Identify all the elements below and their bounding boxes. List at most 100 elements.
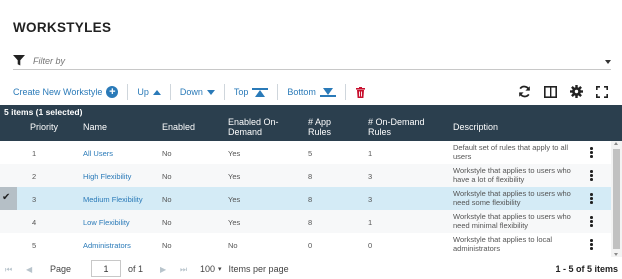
cell-name-link[interactable]: Low Flexibility xyxy=(83,218,130,227)
cell-priority: 5 xyxy=(32,241,37,250)
cell-app-rules: 8 xyxy=(308,218,313,227)
cell-app-rules: 8 xyxy=(308,172,313,181)
page-size-label: Items per page xyxy=(228,264,289,274)
move-up-button[interactable]: Up xyxy=(128,84,170,100)
table-row[interactable]: 2 High Flexibility No Yes 8 3 Workstyle … xyxy=(0,164,622,187)
cell-app-rules: 0 xyxy=(308,241,313,250)
move-bottom-label: Bottom xyxy=(287,87,316,97)
scroll-up-icon[interactable] xyxy=(614,142,618,145)
cell-priority: 1 xyxy=(32,149,37,158)
cell-description: Workstyle that applies to users who need… xyxy=(453,212,571,230)
cell-description: Default set of rules that apply to all u… xyxy=(453,143,569,161)
cell-on-demand-rules: 3 xyxy=(368,172,373,181)
row-menu-icon[interactable] xyxy=(590,216,593,228)
cell-enabled-on-demand: Yes xyxy=(228,172,241,181)
vertical-scrollbar[interactable] xyxy=(611,141,622,257)
create-workstyle-label: Create New Workstyle xyxy=(13,87,103,97)
refresh-icon[interactable] xyxy=(518,85,531,98)
move-to-bottom-icon xyxy=(319,87,336,97)
next-page-icon[interactable]: ▶ xyxy=(160,265,166,274)
page-title: WORKSTYLES xyxy=(13,20,112,35)
cell-priority: 2 xyxy=(32,172,37,181)
filter-bar[interactable] xyxy=(13,55,611,70)
create-workstyle-button[interactable]: Create New Workstyle + xyxy=(4,84,127,100)
column-header-app-rules[interactable]: # App Rules xyxy=(308,117,331,137)
cell-on-demand-rules: 3 xyxy=(368,195,373,204)
fullscreen-icon[interactable] xyxy=(596,85,608,98)
pagination-bar: ⏮ ◀ Page of 1 ▶ ⏭ 100 ▾ Items per page 1… xyxy=(0,259,622,279)
cell-description: Workstyle that applies to users who have… xyxy=(453,166,571,184)
row-selected-indicator[interactable]: ✔ xyxy=(0,187,17,210)
cell-enabled: No xyxy=(162,195,172,204)
scroll-down-icon[interactable] xyxy=(614,253,618,256)
table-row[interactable]: 1 All Users No Yes 5 1 Default set of ru… xyxy=(0,141,622,164)
table-row-selected[interactable]: ✔ 3 Medium Flexibility No Yes 8 3 Workst… xyxy=(0,187,622,210)
column-header-enabled-on-demand[interactable]: Enabled On- Demand xyxy=(228,117,279,137)
table-header: 5 items (1 selected) Priority Name Enabl… xyxy=(0,105,622,141)
cell-name-link[interactable]: All Users xyxy=(83,149,113,158)
page-total-label: of 1 xyxy=(128,264,144,274)
cell-description: Workstyle that applies to local administ… xyxy=(453,235,553,253)
cell-enabled: No xyxy=(162,149,172,158)
move-to-top-icon xyxy=(252,87,269,97)
grid-tools xyxy=(518,85,608,98)
cell-enabled: No xyxy=(162,172,172,181)
cell-on-demand-rules: 0 xyxy=(368,241,373,250)
column-header-description[interactable]: Description xyxy=(453,122,498,133)
row-menu-icon[interactable] xyxy=(590,239,593,251)
cell-on-demand-rules: 1 xyxy=(368,218,373,227)
page-size-select[interactable]: 100 ▾ Items per page xyxy=(200,264,289,274)
first-page-icon[interactable]: ⏮ xyxy=(5,265,12,275)
page-number-input[interactable] xyxy=(91,260,121,277)
move-bottom-button[interactable]: Bottom xyxy=(278,84,345,100)
trash-icon xyxy=(355,86,365,98)
move-down-button[interactable]: Down xyxy=(171,84,224,100)
row-menu-icon[interactable] xyxy=(590,193,593,205)
cell-enabled-on-demand: No xyxy=(228,241,238,250)
move-top-button[interactable]: Top xyxy=(225,84,278,100)
selection-count: 5 items (1 selected) xyxy=(4,107,83,117)
move-down-label: Down xyxy=(179,87,203,97)
chevron-down-icon: ▾ xyxy=(218,266,222,273)
chevron-down-icon[interactable] xyxy=(605,60,611,64)
cell-priority: 3 xyxy=(32,195,37,204)
cell-description: Workstyle that applies to users who need… xyxy=(453,189,571,207)
arrow-down-icon xyxy=(206,89,215,95)
gear-icon[interactable] xyxy=(570,85,583,98)
cell-enabled: No xyxy=(162,218,172,227)
arrow-up-icon xyxy=(152,89,161,95)
column-header-priority[interactable]: Priority xyxy=(30,122,58,133)
add-icon: + xyxy=(106,86,119,98)
move-top-label: Top xyxy=(233,87,249,97)
row-menu-icon[interactable] xyxy=(590,147,593,159)
move-up-label: Up xyxy=(137,87,149,97)
cell-priority: 4 xyxy=(32,218,37,227)
cell-name-link[interactable]: Medium Flexibility xyxy=(83,195,143,204)
workstyles-table: 5 items (1 selected) Priority Name Enabl… xyxy=(0,105,622,256)
columns-icon[interactable] xyxy=(544,85,557,98)
cell-app-rules: 5 xyxy=(308,149,313,158)
column-header-on-demand-rules[interactable]: # On-Demand Rules xyxy=(368,117,425,137)
filter-icon xyxy=(13,55,25,66)
column-header-name[interactable]: Name xyxy=(83,122,107,133)
cell-enabled: No xyxy=(162,241,172,250)
filter-input[interactable] xyxy=(33,56,233,66)
column-header-enabled[interactable]: Enabled xyxy=(162,122,195,133)
cell-app-rules: 8 xyxy=(308,195,313,204)
cell-name-link[interactable]: High Flexibility xyxy=(83,172,131,181)
table-row[interactable]: 5 Administrators No No 0 0 Workstyle tha… xyxy=(0,233,622,256)
scrollbar-thumb[interactable] xyxy=(613,149,620,249)
cell-enabled-on-demand: Yes xyxy=(228,218,241,227)
row-menu-icon[interactable] xyxy=(590,170,593,182)
item-count: 1 - 5 of 5 items xyxy=(555,264,618,274)
cell-on-demand-rules: 1 xyxy=(368,149,373,158)
last-page-icon[interactable]: ⏭ xyxy=(180,265,187,275)
page-size-value: 100 xyxy=(200,264,216,274)
delete-button[interactable] xyxy=(346,84,375,100)
cell-name-link[interactable]: Administrators xyxy=(83,241,131,250)
table-row[interactable]: 4 Low Flexibility No Yes 8 1 Workstyle t… xyxy=(0,210,622,233)
toolbar: Create New Workstyle + Up Down Top Botto… xyxy=(4,84,375,100)
previous-page-icon[interactable]: ◀ xyxy=(26,265,32,274)
cell-enabled-on-demand: Yes xyxy=(228,195,241,204)
page-label: Page xyxy=(50,264,72,274)
